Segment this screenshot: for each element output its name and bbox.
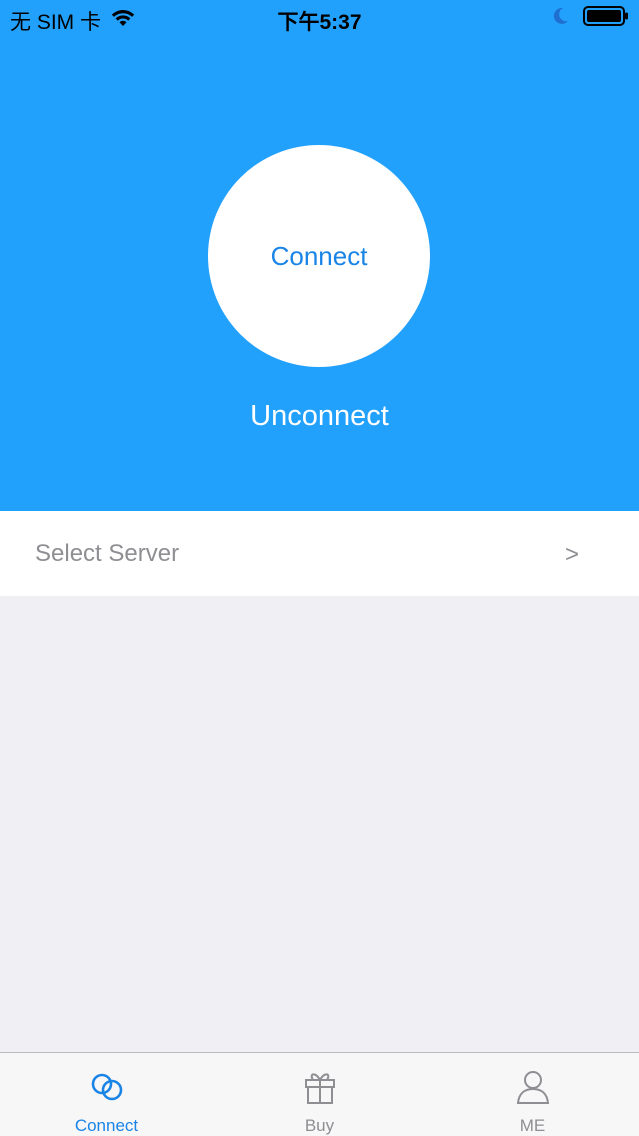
status-right [553,6,629,32]
connect-button[interactable]: Connect [208,145,430,367]
moon-icon [553,7,569,31]
select-server-row[interactable]: Select Server > [0,511,639,596]
gift-icon [300,1067,340,1107]
hero-panel: 无 SIM 卡 下午5:37 Connect Unconnect [0,0,639,511]
person-icon [513,1067,553,1107]
tab-me[interactable]: ME [426,1053,639,1136]
tab-connect[interactable]: Connect [0,1053,213,1136]
chevron-right-icon: > [564,541,579,568]
connection-status-text: Unconnect [250,400,389,432]
tab-buy[interactable]: Buy [213,1053,426,1136]
tab-me-label: ME [519,1116,546,1135]
app-screen: 无 SIM 卡 下午5:37 Connect Unconnect Select … [0,0,639,1136]
tab-buy-label: Buy [304,1116,335,1135]
connect-button-label: Connect [270,240,368,271]
status-bar: 无 SIM 卡 下午5:37 [0,0,639,36]
battery-icon [583,6,629,32]
link-rings-icon [87,1067,127,1107]
tab-connect-label: Connect [74,1116,139,1135]
tab-bar: Connect Buy ME [0,1052,639,1136]
select-server-label: Select Server [35,540,180,567]
status-time: 下午5:37 [277,11,362,34]
